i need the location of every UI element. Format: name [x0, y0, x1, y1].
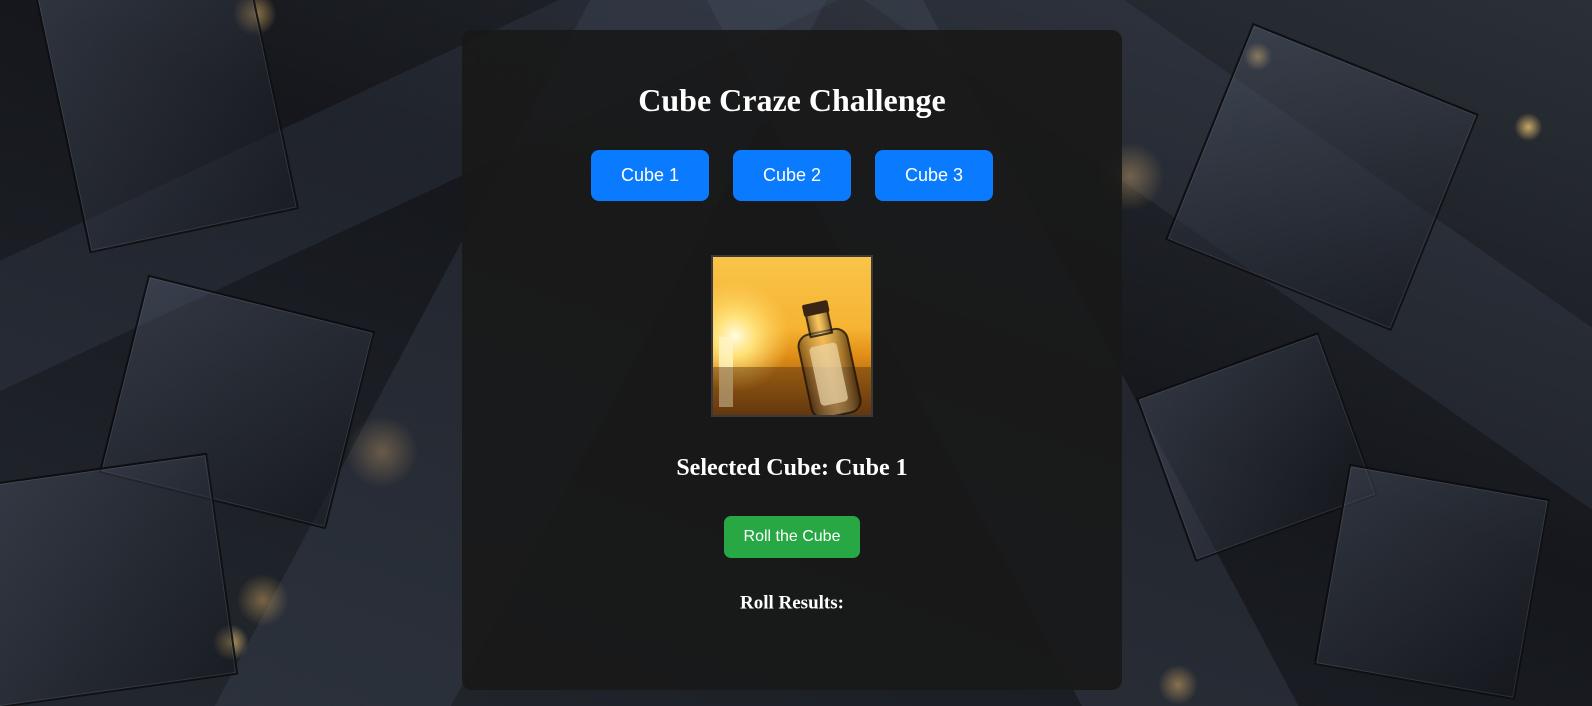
roll-cube-button[interactable]: Roll the Cube: [724, 516, 860, 558]
cube-2-button[interactable]: Cube 2: [733, 150, 851, 201]
game-panel: Cube Craze Challenge Cube 1 Cube 2 Cube …: [462, 30, 1122, 690]
cube-1-button[interactable]: Cube 1: [591, 150, 709, 201]
background-cube-shape: [34, 0, 300, 254]
background-cube-shape: [1165, 22, 1479, 332]
background-cube-shape: [0, 452, 239, 706]
bottle-sunset-image: [713, 257, 871, 415]
cube-image: [711, 255, 873, 417]
page-title: Cube Craze Challenge: [638, 82, 946, 118]
background-cube-shape: [1313, 463, 1551, 701]
roll-results-heading: Roll Results:: [740, 592, 844, 614]
cube-3-button[interactable]: Cube 3: [875, 150, 993, 201]
selected-cube-label: Selected Cube: Cube 1: [676, 455, 908, 481]
